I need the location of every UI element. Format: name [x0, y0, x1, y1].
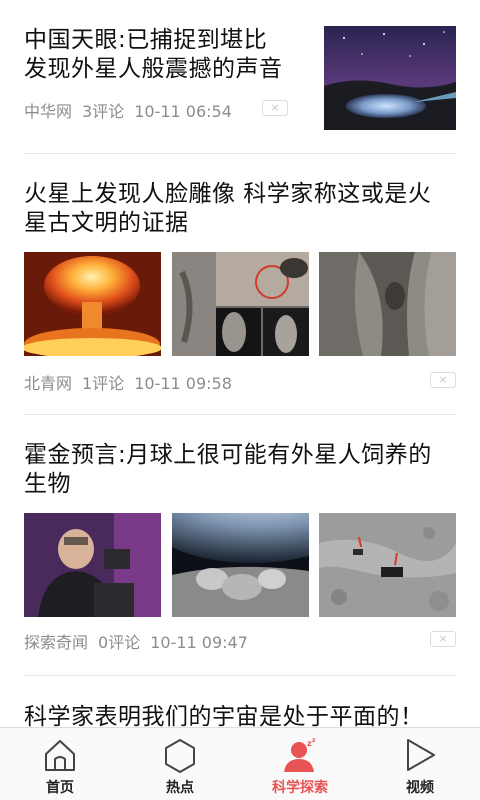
article-meta: 北青网 1评论 10-11 09:58: [24, 370, 242, 394]
article-meta: 探索奇闻 0评论 10-11 09:47: [24, 629, 258, 653]
dismiss-button[interactable]: ×: [430, 631, 456, 647]
bottom-tab-bar: 首页 热点 z z 科学探索 视频: [0, 727, 480, 800]
article-item[interactable]: 科学家表明我们的宇宙是处于平面的！: [24, 703, 456, 727]
article-item[interactable]: 霍金预言:月球上很可能有外星人饲养的 生物 探索奇闻 0评论 10-11 09:…: [24, 441, 456, 656]
tab-hot[interactable]: 热点: [120, 728, 240, 800]
article-source: 北青网: [24, 374, 73, 393]
article-title[interactable]: 中国天眼:已捕捉到堪比 发现外星人般震撼的声音: [24, 26, 304, 84]
article-time: 10-11 06:54: [134, 102, 232, 121]
article-image-mars-surface[interactable]: [172, 252, 309, 356]
play-icon: [402, 737, 438, 773]
divider: [24, 153, 456, 154]
article-image-rock-face[interactable]: [319, 252, 456, 356]
tab-home[interactable]: 首页: [0, 728, 120, 800]
article-comments: 0评论: [98, 633, 141, 652]
article-image-hawking[interactable]: [24, 513, 161, 617]
article-thumbnail[interactable]: [324, 26, 456, 130]
tab-label: 视频: [406, 780, 434, 796]
article-image-explosion[interactable]: [24, 252, 161, 356]
article-title[interactable]: 火星上发现人脸雕像 科学家称这或是火 星古文明的证据: [24, 180, 456, 238]
home-icon: [42, 737, 78, 773]
tab-video[interactable]: 视频: [360, 728, 480, 800]
divider: [24, 414, 456, 415]
article-comments: 1评论: [82, 374, 125, 393]
article-source: 探索奇闻: [24, 633, 89, 652]
divider: [24, 675, 456, 676]
article-title[interactable]: 霍金预言:月球上很可能有外星人饲养的 生物: [24, 441, 456, 499]
article-source: 中华网: [24, 102, 73, 121]
article-meta: 中华网 3评论 10-11 06:54: [24, 98, 242, 122]
tab-label: 首页: [46, 780, 74, 796]
tab-science[interactable]: z z 科学探索: [240, 728, 360, 800]
person-sleep-icon: z z: [282, 737, 318, 773]
article-comments: 3评论: [82, 102, 125, 121]
dismiss-button[interactable]: ×: [430, 372, 456, 388]
news-feed[interactable]: 中国天眼:已捕捉到堪比 发现外星人般震撼的声音 中华网 3评论 10-11 06:5…: [0, 0, 480, 727]
svg-text:z: z: [312, 737, 316, 744]
article-item[interactable]: 中国天眼:已捕捉到堪比 发现外星人般震撼的声音 中华网 3评论 10-11 06:5…: [24, 26, 456, 136]
article-title[interactable]: 科学家表明我们的宇宙是处于平面的！: [24, 703, 456, 727]
article-time: 10-11 09:47: [150, 633, 248, 652]
article-image-moon-base[interactable]: [172, 513, 309, 617]
article-item[interactable]: 火星上发现人脸雕像 科学家称这或是火 星古文明的证据 北青网 1评论 10-11…: [24, 180, 456, 395]
article-time: 10-11 09:58: [134, 374, 232, 393]
dismiss-button[interactable]: ×: [262, 100, 288, 116]
tab-label: 热点: [166, 780, 194, 796]
article-image-lunar-surface[interactable]: [319, 513, 456, 617]
tab-label: 科学探索: [272, 780, 328, 796]
hexagon-icon: [162, 737, 198, 773]
